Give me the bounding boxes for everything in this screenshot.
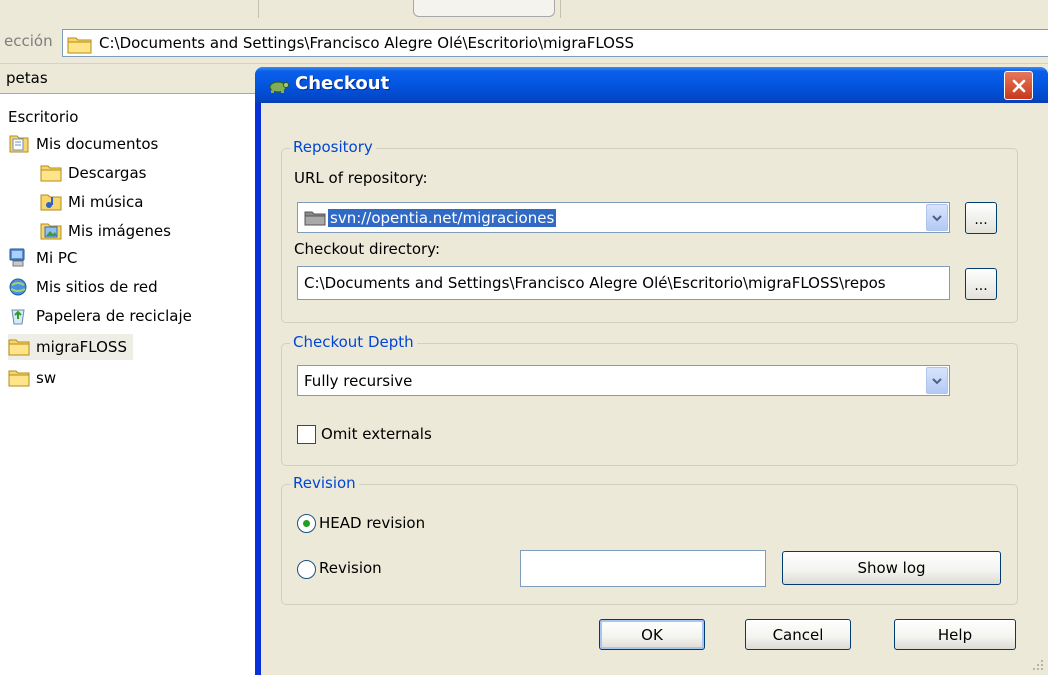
dialog-titlebar[interactable]: Checkout <box>255 67 1048 103</box>
checkout-dialog: Checkout Repository URL of repository: s… <box>255 67 1048 675</box>
url-combobox-text: svn://opentia.net/migraciones <box>304 209 557 227</box>
head-revision-label[interactable]: HEAD revision <box>319 514 425 532</box>
tree-item-label: Mis documentos <box>36 135 159 153</box>
pictures-folder-icon <box>40 221 62 241</box>
tree-item-label: Mis sitios de red <box>36 278 158 296</box>
revision-radio[interactable] <box>297 560 316 579</box>
chevron-down-icon <box>932 377 942 384</box>
resize-grip-icon[interactable] <box>1031 658 1045 672</box>
address-bar: ección C:\Documents and Settings\Francis… <box>0 20 1048 64</box>
dialog-body: Repository URL of repository: svn://open… <box>261 103 1048 675</box>
revision-input[interactable] <box>520 550 766 587</box>
computer-icon <box>8 248 30 268</box>
depth-value: Fully recursive <box>304 372 413 390</box>
url-combobox[interactable]: svn://opentia.net/migraciones <box>297 202 950 233</box>
folder-icon <box>304 211 326 226</box>
depth-dropdown-button[interactable] <box>926 367 948 394</box>
show-log-button[interactable]: Show log <box>782 551 1001 585</box>
radio-selected-dot <box>303 520 310 527</box>
tortoise-icon <box>267 75 289 99</box>
checkout-directory-input[interactable]: C:\Documents and Settings\Francisco Aleg… <box>297 266 950 300</box>
checkout-depth-group: Checkout Depth Fully recursive Omit exte… <box>281 333 1018 466</box>
url-label: URL of repository: <box>294 169 428 187</box>
tree-item-descargas[interactable]: Descargas <box>40 160 146 186</box>
repository-group-label: Repository <box>290 138 376 156</box>
url-value: svn://opentia.net/migraciones <box>328 209 557 227</box>
tree-item-label: Escritorio <box>8 108 79 126</box>
music-folder-icon <box>40 192 62 212</box>
revision-group-label: Revision <box>290 474 359 492</box>
address-label: ección <box>4 32 53 50</box>
dialog-title: Checkout <box>295 73 390 94</box>
folder-icon <box>8 368 30 388</box>
directory-browse-button[interactable]: ... <box>965 268 997 300</box>
tree-item-mis-sitios-de-red[interactable]: Mis sitios de red <box>8 274 158 300</box>
toolbar-separator <box>258 0 259 18</box>
tree-item-label: migraFLOSS <box>36 338 127 356</box>
repository-group: Repository URL of repository: svn://open… <box>281 138 1018 323</box>
omit-externals-checkbox[interactable] <box>297 425 316 444</box>
head-revision-radio[interactable] <box>297 514 316 533</box>
depth-combobox[interactable]: Fully recursive <box>297 365 950 396</box>
folders-header-label: petas <box>6 69 48 87</box>
explorer-toolbar <box>0 0 1048 20</box>
omit-externals-label[interactable]: Omit externals <box>321 425 432 443</box>
checkout-directory-value: C:\Documents and Settings\Francisco Aleg… <box>304 274 886 292</box>
tree-item-label: Papelera de reciclaje <box>36 307 192 325</box>
tree-item-mi-pc[interactable]: Mi PC <box>8 245 77 271</box>
folder-icon <box>8 337 30 357</box>
folder-icon <box>40 163 62 183</box>
folder-tree-pane: petas Escritorio Mis documentos Descarga… <box>0 64 262 675</box>
checkout-depth-group-label: Checkout Depth <box>290 333 417 351</box>
tree-item-sw[interactable]: sw <box>8 365 56 391</box>
url-dropdown-button[interactable] <box>926 204 948 231</box>
tree-item-papelera[interactable]: Papelera de reciclaje <box>8 303 192 329</box>
ok-button[interactable]: OK <box>599 619 705 650</box>
tree-item-label: Mis imágenes <box>68 222 171 240</box>
close-icon <box>1012 79 1025 92</box>
documents-folder-icon <box>8 134 30 154</box>
tree-item-label: Mi música <box>68 193 144 211</box>
folders-header: petas <box>0 64 262 94</box>
close-button[interactable] <box>1004 71 1033 100</box>
revision-label[interactable]: Revision <box>319 559 382 577</box>
tree-item-label: Mi PC <box>36 249 78 267</box>
checkout-directory-label: Checkout directory: <box>294 240 441 258</box>
help-button[interactable]: Help <box>894 619 1016 650</box>
tree-item-label: Descargas <box>68 164 147 182</box>
cancel-button[interactable]: Cancel <box>745 619 851 650</box>
tree-item-mis-imagenes[interactable]: Mis imágenes <box>40 218 171 244</box>
revision-group: Revision HEAD revision Revision Show log <box>281 474 1018 605</box>
tree-item-migrafloss[interactable]: migraFLOSS <box>8 334 133 360</box>
address-path: C:\Documents and Settings\Francisco Aleg… <box>99 34 634 52</box>
chevron-down-icon <box>932 214 942 221</box>
folder-icon <box>67 34 93 58</box>
tree-item-escritorio[interactable]: Escritorio <box>8 104 78 130</box>
url-browse-button[interactable]: ... <box>965 202 997 234</box>
address-field[interactable]: C:\Documents and Settings\Francisco Aleg… <box>62 29 1048 57</box>
tree-item-mis-documentos[interactable]: Mis documentos <box>8 131 158 157</box>
recycle-bin-icon <box>8 306 30 326</box>
toolbar-separator <box>560 0 561 18</box>
network-icon <box>8 277 30 297</box>
toolbar-button[interactable] <box>413 0 555 17</box>
tree-item-mi-musica[interactable]: Mi música <box>40 189 143 215</box>
tree-item-label: sw <box>36 369 57 387</box>
